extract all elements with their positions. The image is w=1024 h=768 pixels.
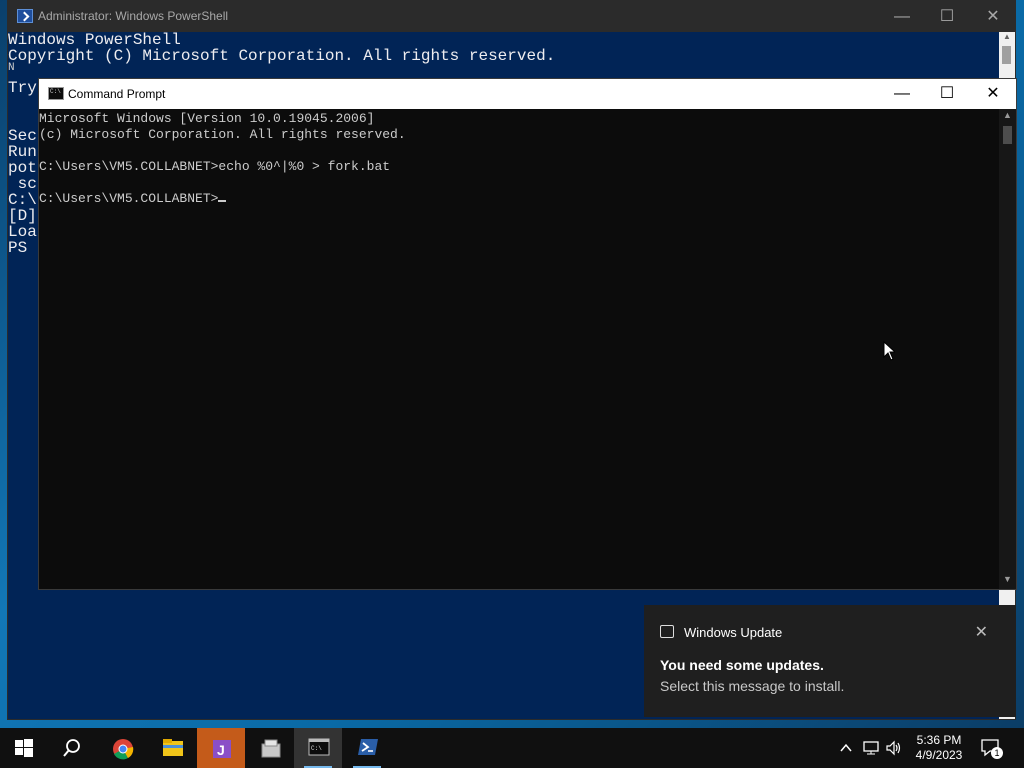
maximize-button[interactable]: ☐ bbox=[924, 1, 970, 32]
console-line: Windows PowerShell bbox=[8, 32, 181, 49]
svg-text:C:\: C:\ bbox=[311, 745, 322, 752]
console-line: N bbox=[8, 62, 15, 74]
console-line: C:\ bbox=[8, 191, 37, 209]
command-prompt-icon bbox=[48, 87, 64, 100]
console-line: Microsoft Windows [Version 10.0.19045.20… bbox=[39, 111, 375, 126]
app-button[interactable] bbox=[246, 728, 294, 768]
command-prompt-window[interactable]: Command Prompt — ☐ ✕ Microsoft Windows [… bbox=[38, 78, 1017, 590]
action-center-button[interactable]: 1 bbox=[980, 738, 1004, 760]
app-icon bbox=[261, 739, 281, 758]
scroll-up-icon[interactable]: ▲ bbox=[999, 110, 1016, 124]
scroll-down-icon[interactable]: ▼ bbox=[999, 574, 1016, 588]
console-line: (c) Microsoft Corporation. All rights re… bbox=[39, 127, 406, 142]
notification-app-name: Windows Update bbox=[684, 625, 783, 640]
chevron-up-icon[interactable] bbox=[839, 741, 853, 755]
powershell-icon bbox=[358, 739, 378, 755]
command-prompt-app[interactable]: C:\ bbox=[294, 728, 342, 768]
powershell-titlebar[interactable]: Administrator: Windows PowerShell — ☐ ✕ bbox=[8, 1, 1015, 32]
visual-studio-app[interactable]: J bbox=[197, 728, 245, 768]
scroll-thumb[interactable] bbox=[1003, 126, 1012, 144]
notification-close-button[interactable]: ✕ bbox=[975, 622, 988, 642]
windows-update-icon bbox=[660, 625, 674, 638]
start-button[interactable] bbox=[0, 728, 48, 768]
visual-studio-icon: J bbox=[213, 740, 231, 758]
console-line: Sec bbox=[8, 127, 37, 145]
console-line: [D] bbox=[8, 207, 37, 225]
minimize-button[interactable]: — bbox=[879, 1, 925, 32]
notification-count-badge: 1 bbox=[991, 747, 1003, 759]
console-line: Copyright (C) Microsoft Corporation. All… bbox=[8, 47, 556, 65]
scroll-up-icon[interactable]: ▲ bbox=[999, 32, 1015, 44]
clock-time: 5:36 PM bbox=[916, 733, 962, 747]
chrome-app[interactable] bbox=[98, 728, 146, 768]
notification-message[interactable]: Select this message to install. bbox=[660, 678, 844, 694]
minimize-button[interactable]: — bbox=[879, 79, 925, 109]
console-line: Run bbox=[8, 143, 37, 161]
command-prompt-title: Command Prompt bbox=[68, 87, 166, 101]
update-notification[interactable]: Windows Update ✕ You need some updates. … bbox=[644, 605, 1016, 717]
console-line: Loa bbox=[8, 223, 37, 241]
console-line: C:\Users\VM5.COLLABNET>echo %0^|%0 > for… bbox=[39, 159, 391, 174]
search-button[interactable] bbox=[48, 728, 96, 768]
svg-text:J: J bbox=[217, 742, 225, 758]
chrome-icon bbox=[113, 739, 134, 760]
folder-icon bbox=[163, 739, 183, 756]
clock[interactable]: 5:36 PM 4/9/2023 bbox=[907, 733, 971, 763]
command-prompt-icon: C:\ bbox=[308, 738, 330, 756]
text-cursor bbox=[218, 200, 227, 202]
console-prompt: C:\Users\VM5.COLLABNET> bbox=[39, 191, 219, 206]
powershell-app[interactable] bbox=[343, 728, 391, 768]
command-prompt-console[interactable]: Microsoft Windows [Version 10.0.19045.20… bbox=[39, 109, 1000, 589]
close-button[interactable]: ✕ bbox=[970, 79, 1016, 109]
powershell-icon bbox=[17, 9, 33, 23]
console-line: PS bbox=[8, 239, 37, 257]
command-prompt-titlebar[interactable]: Command Prompt — ☐ ✕ bbox=[39, 79, 1016, 109]
command-prompt-scrollbar[interactable]: ▲ ▼ bbox=[999, 109, 1016, 589]
close-button[interactable]: ✕ bbox=[970, 1, 1016, 32]
console-line: Try bbox=[8, 79, 37, 97]
volume-icon[interactable] bbox=[885, 740, 903, 756]
file-explorer-app[interactable] bbox=[148, 728, 196, 768]
console-line: sc bbox=[8, 175, 37, 193]
mouse-pointer-icon bbox=[883, 341, 895, 361]
console-line: pot bbox=[8, 159, 37, 177]
maximize-button[interactable]: ☐ bbox=[924, 79, 970, 109]
windows-logo-icon bbox=[15, 739, 33, 757]
taskbar: J C:\ 5:36 PM 4/9/2023 1 bbox=[0, 728, 1024, 768]
network-icon[interactable] bbox=[862, 740, 880, 756]
clock-date: 4/9/2023 bbox=[915, 748, 963, 762]
search-icon bbox=[63, 739, 80, 757]
scroll-thumb[interactable] bbox=[1002, 46, 1011, 64]
notification-heading: You need some updates. bbox=[660, 657, 824, 673]
powershell-title: Administrator: Windows PowerShell bbox=[38, 9, 229, 23]
